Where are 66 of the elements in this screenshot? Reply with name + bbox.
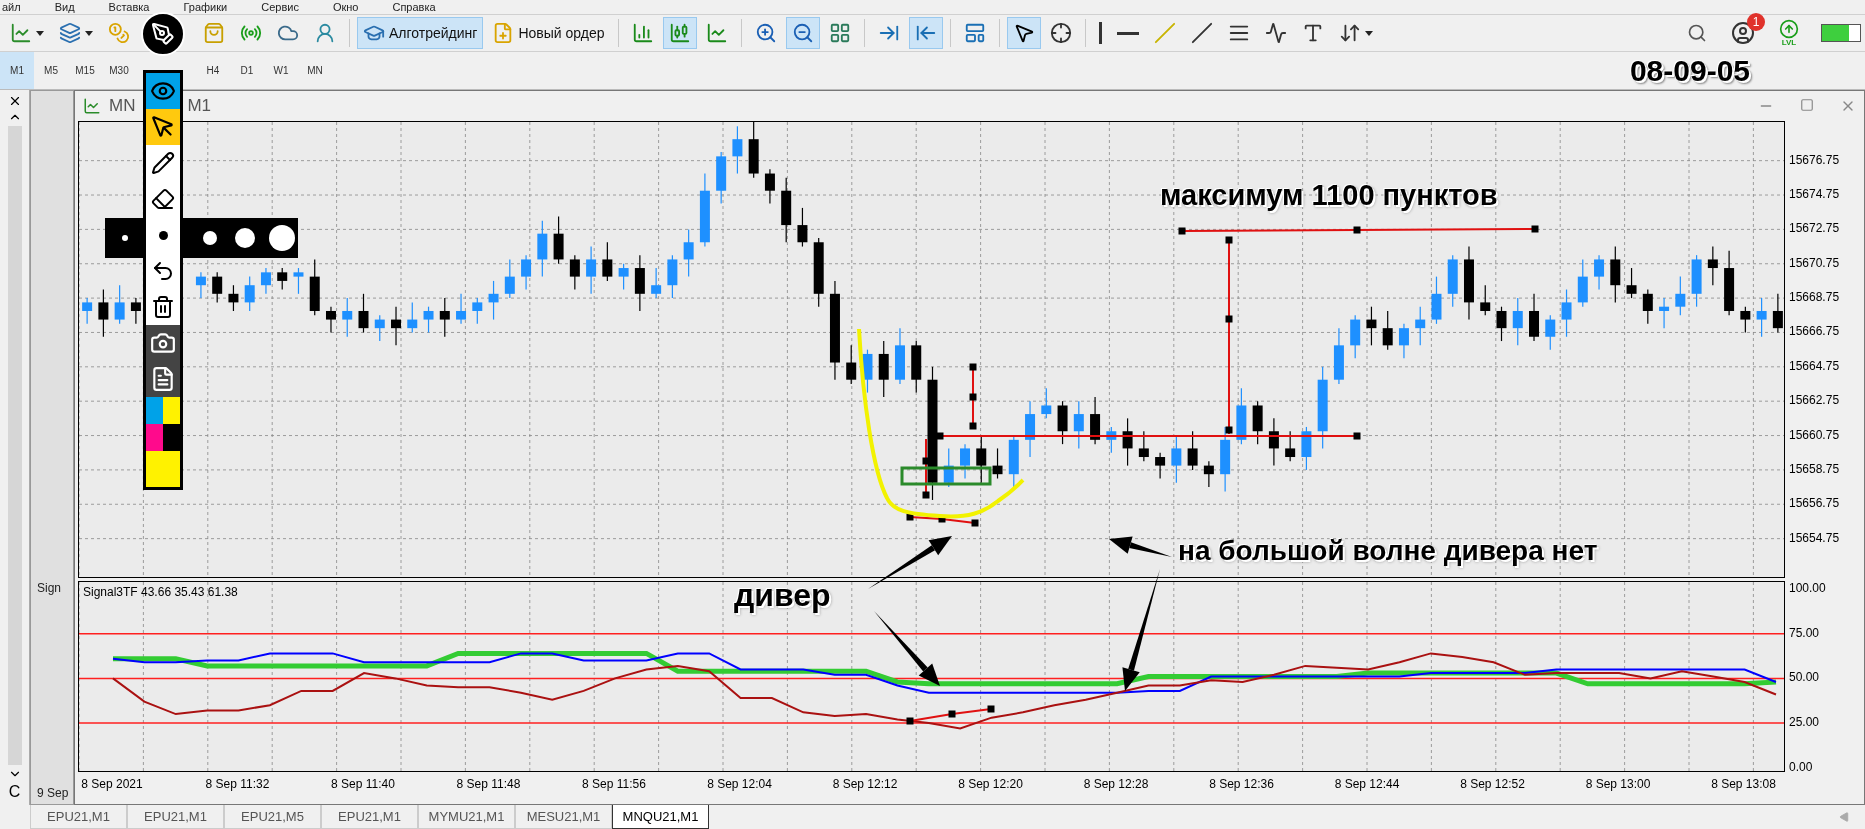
menu-item[interactable]: Окно: [332, 0, 359, 14]
toolbar-button[interactable]: Новый ордер: [486, 17, 611, 49]
annotation-text: дивер: [734, 577, 831, 614]
indicator-scale-label: 75.00: [1789, 624, 1821, 642]
price-label: 15654.75: [1789, 529, 1841, 547]
indicator-label: Sign: [37, 581, 63, 595]
price-label: 15666.75: [1789, 323, 1841, 341]
price-label: 15658.75: [1789, 460, 1841, 478]
time-label: 8 Sep 12:20: [958, 777, 1023, 793]
menu-item[interactable]: Вставка: [108, 0, 150, 14]
time-label: 8 Sep 13:08: [1711, 777, 1776, 793]
chart-tab[interactable]: MESU21,M1: [515, 805, 612, 829]
chart-tab[interactable]: MNQU21,M1: [612, 805, 709, 829]
price-label: 15670.75: [1789, 254, 1841, 272]
time-label: 8 Sep 12:12: [832, 777, 898, 793]
price-label: 15662.75: [1789, 392, 1841, 410]
timeframe-button[interactable]: W1: [264, 52, 298, 89]
indicator-scale-label: 100.00: [1789, 580, 1827, 598]
time-label: 8 Sep 11:48: [456, 777, 521, 793]
window-title: MN: [109, 96, 136, 116]
notification-badge: 1: [1747, 13, 1765, 31]
window-title: M1: [187, 96, 212, 116]
indicator-scale-label: 0.00: [1789, 758, 1814, 776]
indicator-label: Signal3TF 43.66 35.43 61.38: [83, 585, 238, 599]
price-label: 15660.75: [1789, 426, 1841, 444]
price-label: 15674.75: [1789, 186, 1841, 203]
chart-tab[interactable]: EPU21,M1: [321, 805, 418, 829]
chart-tab[interactable]: EPU21,M1: [30, 805, 127, 829]
menu-item[interactable]: Графики: [183, 0, 228, 14]
menu-item[interactable]: айл: [2, 0, 21, 14]
panel-label: C: [8, 783, 21, 801]
time-label: 8 Sep 12:44: [1334, 777, 1400, 793]
time-label: 9 Sep: [37, 786, 70, 800]
price-label: 15668.75: [1789, 289, 1841, 307]
chart-tab[interactable]: EPU21,M5: [224, 805, 321, 829]
time-label: 8 Sep 12:28: [1083, 777, 1149, 793]
chart-tab[interactable]: MYMU21,M1: [418, 805, 515, 829]
chart-tab[interactable]: EPU21,M1: [127, 805, 224, 829]
price-label: 15656.75: [1789, 495, 1841, 513]
timeframe-button[interactable]: M5: [34, 52, 68, 89]
time-label: 8 Sep 11:40: [331, 777, 395, 793]
timeframe-button[interactable]: D1: [230, 52, 264, 89]
time-label: 8 Sep 11:56: [582, 777, 646, 793]
time-label: 8 Sep 2021: [81, 777, 143, 793]
indicator-scale-label: 25.00: [1789, 714, 1821, 731]
date-label: 08-09-05: [1629, 53, 1750, 88]
menu-item[interactable]: Вид: [54, 0, 75, 14]
timeframe-button[interactable]: M1: [0, 52, 34, 89]
price-label: 15672.75: [1789, 220, 1841, 238]
menu-item[interactable]: Справка: [392, 0, 436, 14]
annotation-text: на большой волне дивера нет: [1178, 535, 1598, 567]
indicator-scale-label: 50.00: [1789, 669, 1821, 687]
timeframe-button[interactable]: MN: [298, 52, 332, 89]
timeframe-button[interactable]: M30: [102, 52, 136, 89]
time-label: 8 Sep 12:52: [1460, 777, 1525, 793]
timeframe-button[interactable]: M15: [68, 52, 102, 89]
menu-item[interactable]: Сервис: [261, 0, 299, 14]
price-label: 15664.75: [1789, 357, 1841, 375]
toolbar-button[interactable]: Алготрейдинг: [357, 17, 484, 49]
price-label: 15676.75: [1789, 151, 1841, 169]
time-label: 8 Sep 11:32: [205, 777, 270, 793]
time-label: 8 Sep 12:36: [1209, 777, 1274, 793]
timeframe-button[interactable]: H4: [196, 52, 230, 89]
time-label: 8 Sep 13:00: [1585, 777, 1651, 793]
annotation-text: максимум 1100 пунктов: [1160, 179, 1498, 212]
time-label: 8 Sep 12:04: [707, 777, 772, 793]
